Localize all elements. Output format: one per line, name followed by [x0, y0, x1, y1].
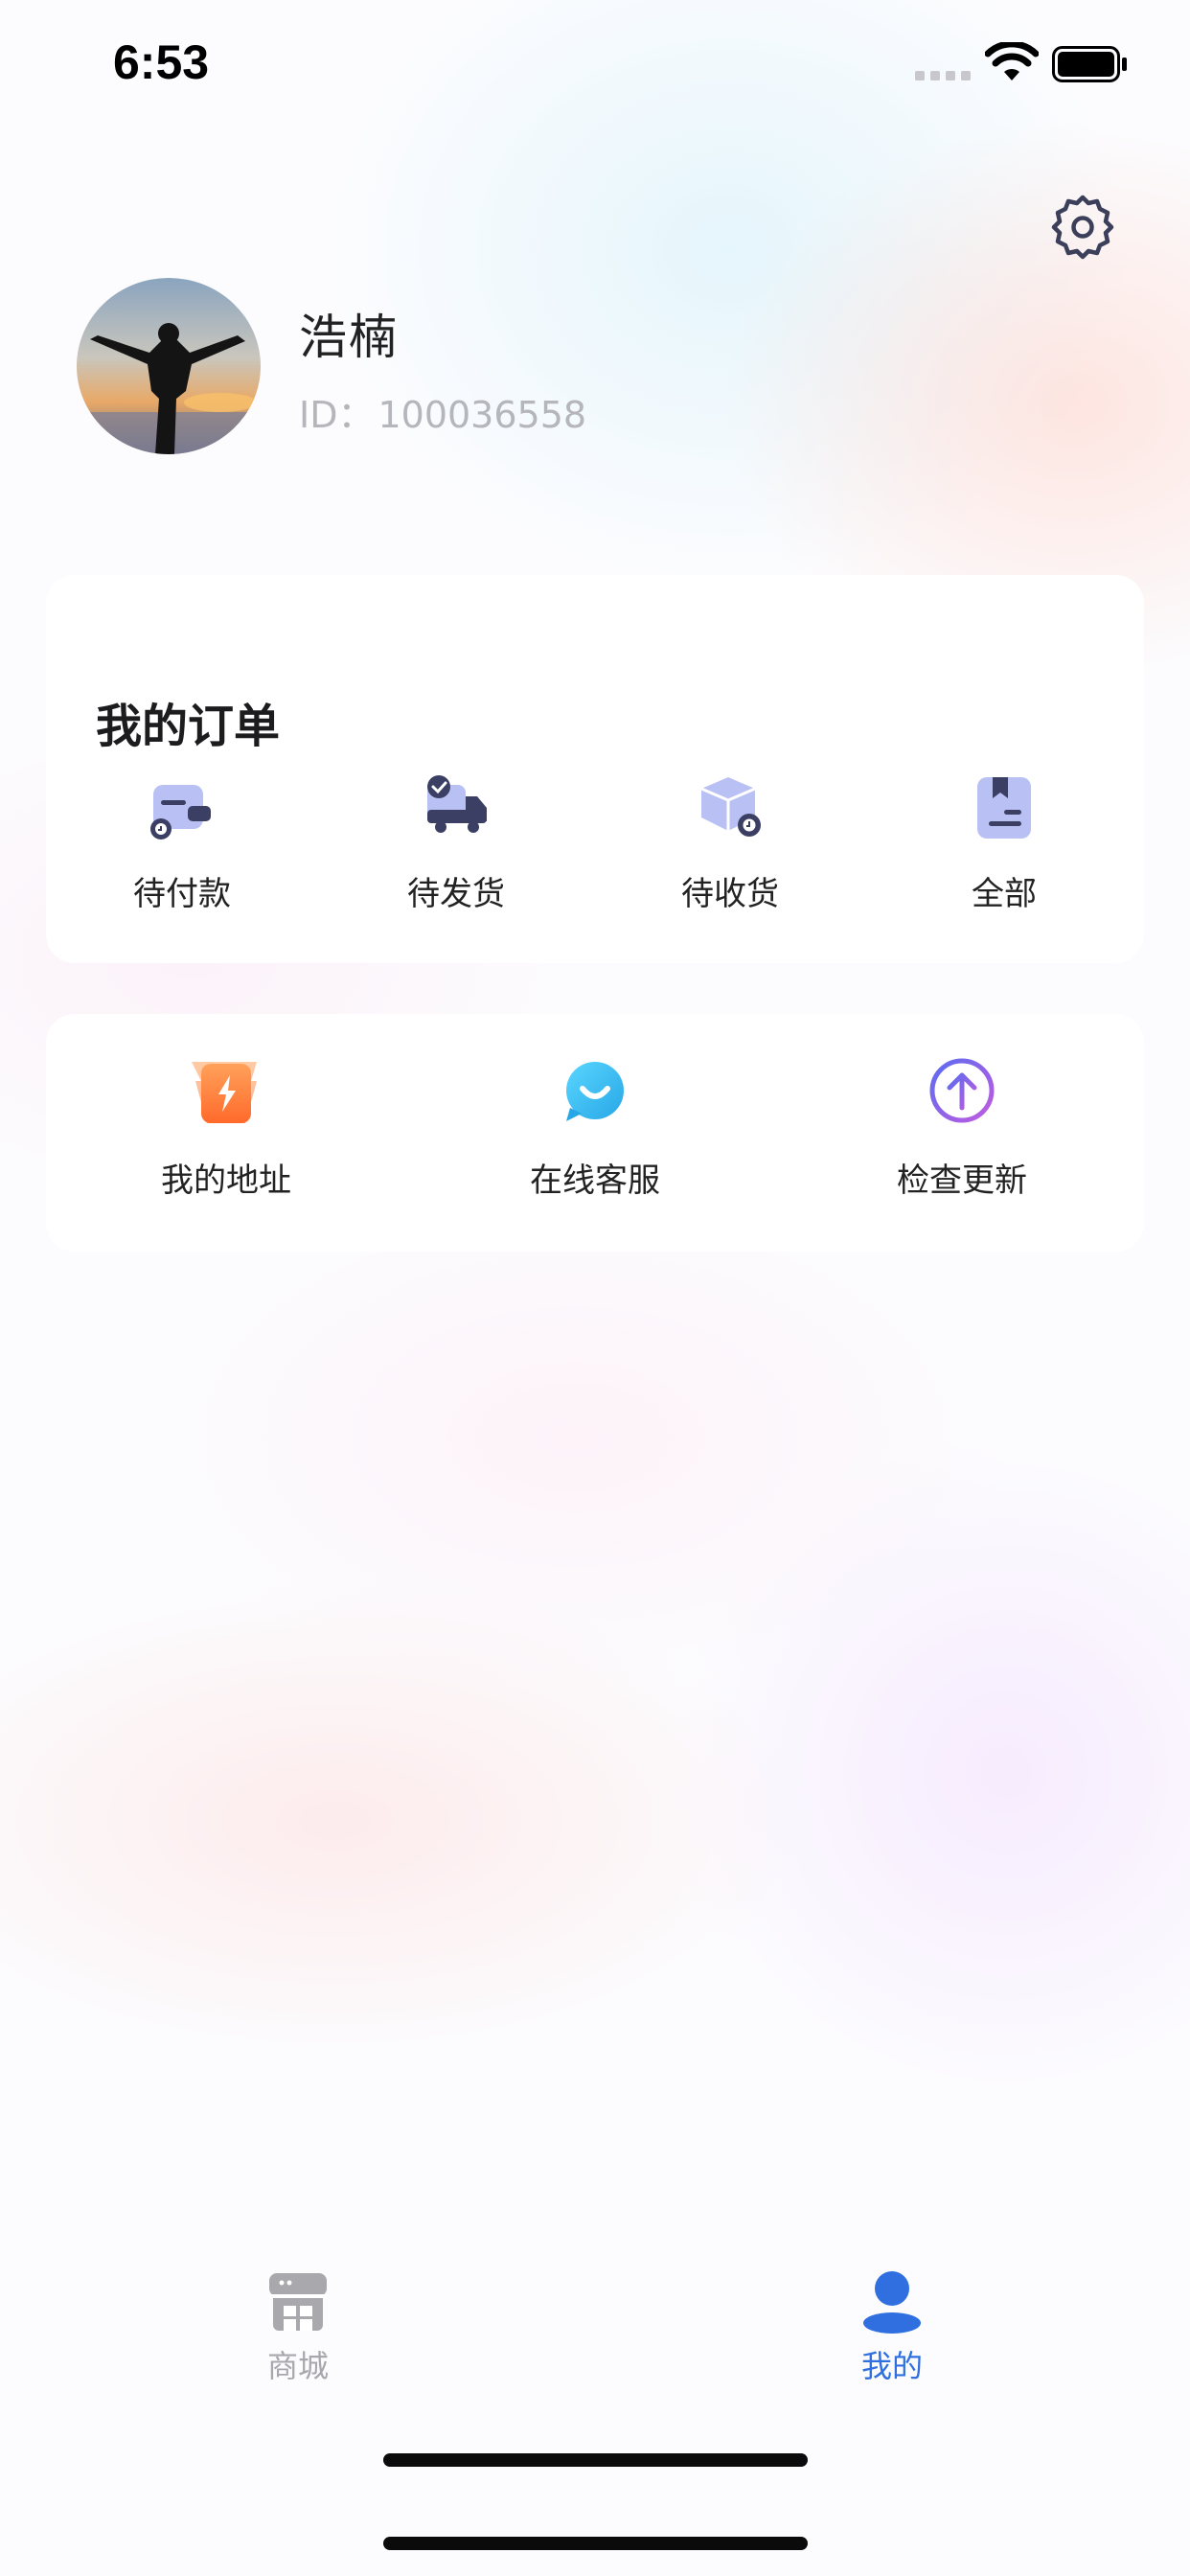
- order-all-label: 全部: [972, 875, 1037, 913]
- wallet-icon: [150, 785, 211, 840]
- my-address-label: 我的地址: [161, 1162, 291, 1200]
- my-orders-card: 我的订单 待付款 待发货 待收货 全部: [46, 575, 1144, 963]
- services-card: 我的地址 在线客服 检查更新: [46, 1014, 1144, 1252]
- home-indicator[interactable]: [383, 2537, 808, 2550]
- chat-smile-icon: [566, 1062, 624, 1121]
- online-service-item[interactable]: 在线客服: [451, 1052, 739, 1215]
- my-orders-title: 我的订单: [96, 700, 281, 753]
- package-box-icon: [700, 777, 761, 837]
- home-indicator[interactable]: [383, 2453, 808, 2467]
- cellular-signal-icon: [915, 71, 971, 80]
- wifi-icon: [985, 42, 1039, 80]
- upload-arrow-circle-icon: [929, 1058, 995, 1123]
- avatar[interactable]: [77, 278, 261, 454]
- status-time: 6:53: [113, 35, 210, 89]
- tab-mall-label: 商城: [266, 2348, 329, 2384]
- order-pending-payment[interactable]: 待付款: [67, 771, 297, 934]
- settings-gear-icon[interactable]: [1050, 195, 1115, 260]
- document-list-icon: [977, 777, 1031, 839]
- order-pending-shipment[interactable]: 待发货: [341, 771, 571, 934]
- user-id-label: ID：: [299, 394, 375, 436]
- user-id-value: 100036558: [378, 394, 587, 436]
- tab-mine-label: 我的: [860, 2348, 923, 2384]
- order-pending-receipt-label: 待收货: [681, 875, 779, 913]
- check-update-item[interactable]: 检查更新: [818, 1052, 1106, 1215]
- tab-mine[interactable]: 我的: [796, 2269, 988, 2386]
- battery-icon: [1052, 46, 1127, 82]
- store-icon: [269, 2273, 327, 2331]
- address-flash-icon: [192, 1062, 257, 1123]
- tab-mall[interactable]: 商城: [202, 2269, 394, 2386]
- person-icon: [863, 2271, 921, 2334]
- user-name: 浩楠: [299, 310, 399, 365]
- user-id: ID： 100036558: [299, 385, 586, 438]
- delivery-truck-icon: [427, 775, 487, 833]
- order-pending-shipment-label: 待发货: [407, 875, 505, 913]
- order-all[interactable]: 全部: [889, 771, 1119, 934]
- order-pending-payment-label: 待付款: [133, 875, 231, 913]
- check-update-label: 检查更新: [897, 1162, 1027, 1200]
- order-pending-receipt[interactable]: 待收货: [615, 771, 845, 934]
- my-address-item[interactable]: 我的地址: [82, 1052, 370, 1215]
- online-service-label: 在线客服: [530, 1162, 660, 1200]
